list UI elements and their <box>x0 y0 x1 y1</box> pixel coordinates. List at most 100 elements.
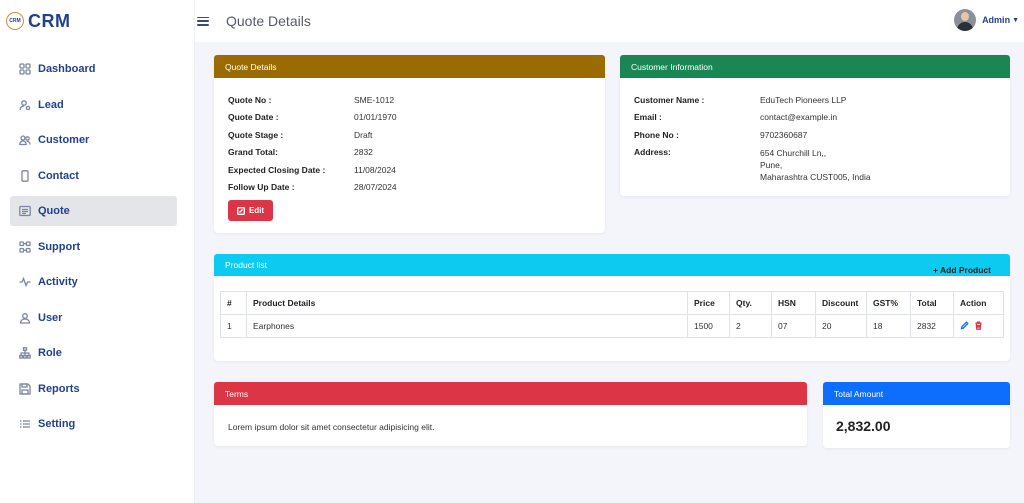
customer-address-row: Address: 654 Churchill Ln,, Pune, Mahara… <box>634 144 996 183</box>
sidebar-item-label: Role <box>38 347 62 359</box>
avatar <box>954 9 977 31</box>
cell-gst: 18 <box>866 314 911 338</box>
page-title: Quote Details <box>226 13 311 29</box>
sidebar-item-quote[interactable]: Quote <box>10 196 177 226</box>
total-amount-card: Total Amount 2,832.00 <box>823 382 1010 448</box>
quote-field-row: Quote Stage : Draft <box>228 126 591 144</box>
sidebar-item-reports[interactable]: Reports <box>10 374 177 404</box>
user-icon <box>19 312 31 324</box>
user-gear-icon <box>19 99 31 111</box>
table-row: 1 Earphones 1500 2 07 20 18 2832 <box>220 314 1004 338</box>
column-header: Discount <box>815 291 867 315</box>
sidebar-item-user[interactable]: User <box>10 303 177 333</box>
sidebar-item-label: User <box>38 311 63 324</box>
customer-info-header: Customer Information <box>620 55 1010 78</box>
column-header: Product Details <box>246 291 688 315</box>
customer-info-card: Customer Information Customer Name : Edu… <box>620 55 1010 196</box>
sidebar-item-support[interactable]: Support <box>10 232 177 262</box>
sidebar-item-label: Contact <box>38 169 79 182</box>
terms-text: Lorem ipsum dolor sit amet consectetur a… <box>228 422 435 432</box>
quote-details-header: Quote Details <box>214 55 605 78</box>
app-name: CRM <box>28 10 71 31</box>
quote-details-card: Quote Details Quote No : SME-1012 Quote … <box>214 55 605 233</box>
column-header: Price <box>687 291 730 315</box>
total-amount-value: 2,832.00 <box>836 418 891 434</box>
field-value: 2832 <box>354 147 373 158</box>
field-value: contact@example.in <box>760 112 838 123</box>
field-label: Follow Up Date : <box>228 182 295 193</box>
menu-toggle-icon[interactable] <box>197 15 209 27</box>
cell-price: 1500 <box>687 314 730 338</box>
cell-total: 2832 <box>910 314 954 338</box>
edit-button[interactable]: Edit <box>228 200 273 221</box>
field-value: Draft <box>354 129 373 140</box>
sidebar-nav: Dashboard Lead Customer Contact Quote Su… <box>0 54 194 439</box>
field-label: Quote Stage : <box>228 129 284 140</box>
cell-number: 1 <box>220 314 247 338</box>
phone-icon <box>19 169 31 182</box>
sidebar-item-setting[interactable]: Setting <box>10 409 177 439</box>
sidebar-item-label: Dashboard <box>38 63 96 75</box>
user-menu[interactable]: Admin ▼ <box>954 9 1019 31</box>
sidebar-item-contact[interactable]: Contact <box>10 161 177 191</box>
column-header: Action <box>953 291 1004 315</box>
sidebar-item-label: Lead <box>38 98 64 111</box>
column-header: # <box>220 291 247 315</box>
column-header: GST% <box>866 291 911 315</box>
add-product-button[interactable]: + Add Product <box>933 265 991 275</box>
cell-hsn: 07 <box>771 314 816 338</box>
sidebar-item-dashboard[interactable]: Dashboard <box>10 54 177 84</box>
sidebar-item-label: Support <box>38 240 81 253</box>
cell-action <box>953 314 1004 338</box>
grid-icon <box>19 63 31 75</box>
customer-field-row: Phone No : 9702360687 <box>634 126 996 144</box>
field-label: Grand Total: <box>228 147 278 158</box>
quote-field-row: Quote No : SME-1012 <box>228 91 591 109</box>
user-name: Admin <box>982 15 1011 25</box>
sidebar-item-label: Customer <box>38 134 90 146</box>
sidebar-item-label: Activity <box>38 276 78 288</box>
sidebar: CRM CRM Dashboard Lead Customer Contact … <box>0 0 195 503</box>
sidebar-item-customer[interactable]: Customer <box>10 125 177 155</box>
settings-list-icon <box>19 418 31 430</box>
quote-field-row: Grand Total: 2832 <box>228 144 591 162</box>
field-label: Address: <box>634 146 671 157</box>
field-label: Expected Closing Date : <box>228 164 326 175</box>
edit-button-label: Edit <box>248 206 265 215</box>
caret-down-icon: ▼ <box>1012 16 1019 24</box>
sidebar-item-label: Setting <box>38 418 76 430</box>
field-label: Email : <box>634 112 662 123</box>
save-icon <box>19 382 31 395</box>
table-header-row: # Product Details Price Qty. HSN Discoun… <box>220 291 1004 315</box>
customer-field-row: Email : contact@example.in <box>634 109 996 127</box>
sidebar-item-activity[interactable]: Activity <box>10 267 177 297</box>
pencil-icon[interactable] <box>960 320 969 330</box>
field-value: 01/01/1970 <box>354 112 397 123</box>
product-list-title: Product list <box>225 260 268 270</box>
quote-field-row: Quote Date : 01/01/1970 <box>228 109 591 127</box>
product-list-card: Product list + Add Product # Product Det… <box>214 254 1010 361</box>
trash-icon[interactable] <box>974 321 983 330</box>
sidebar-item-role[interactable]: Role <box>10 338 177 368</box>
logo[interactable]: CRM CRM <box>0 0 194 42</box>
field-value: SME-1012 <box>354 94 395 105</box>
field-value: 11/08/2024 <box>354 164 396 175</box>
product-list-header: Product list + Add Product <box>214 254 1010 276</box>
field-label: Customer Name : <box>634 94 705 105</box>
sidebar-item-lead[interactable]: Lead <box>10 90 177 120</box>
address-value: 654 Churchill Ln,, Pune, Maharashtra CUS… <box>760 144 871 183</box>
cell-product-details: Earphones <box>246 314 688 338</box>
terms-card: Terms Lorem ipsum dolor sit amet consect… <box>214 382 807 446</box>
product-table: # Product Details Price Qty. HSN Discoun… <box>220 291 1004 338</box>
cell-qty: 2 <box>729 314 772 338</box>
top-header: Quote Details Admin ▼ <box>195 0 1024 42</box>
hierarchy-icon <box>19 347 31 359</box>
field-value: 28/07/2024 <box>354 182 397 193</box>
address-line: 654 Churchill Ln,, <box>760 147 827 158</box>
column-header: Qty. <box>729 291 772 315</box>
logo-mark: CRM <box>6 12 24 30</box>
field-value: EduTech Pioneers LLP <box>760 94 847 105</box>
quote-field-row: Expected Closing Date : 11/08/2024 <box>228 161 591 179</box>
column-header: HSN <box>771 291 816 315</box>
users-icon <box>19 134 31 146</box>
